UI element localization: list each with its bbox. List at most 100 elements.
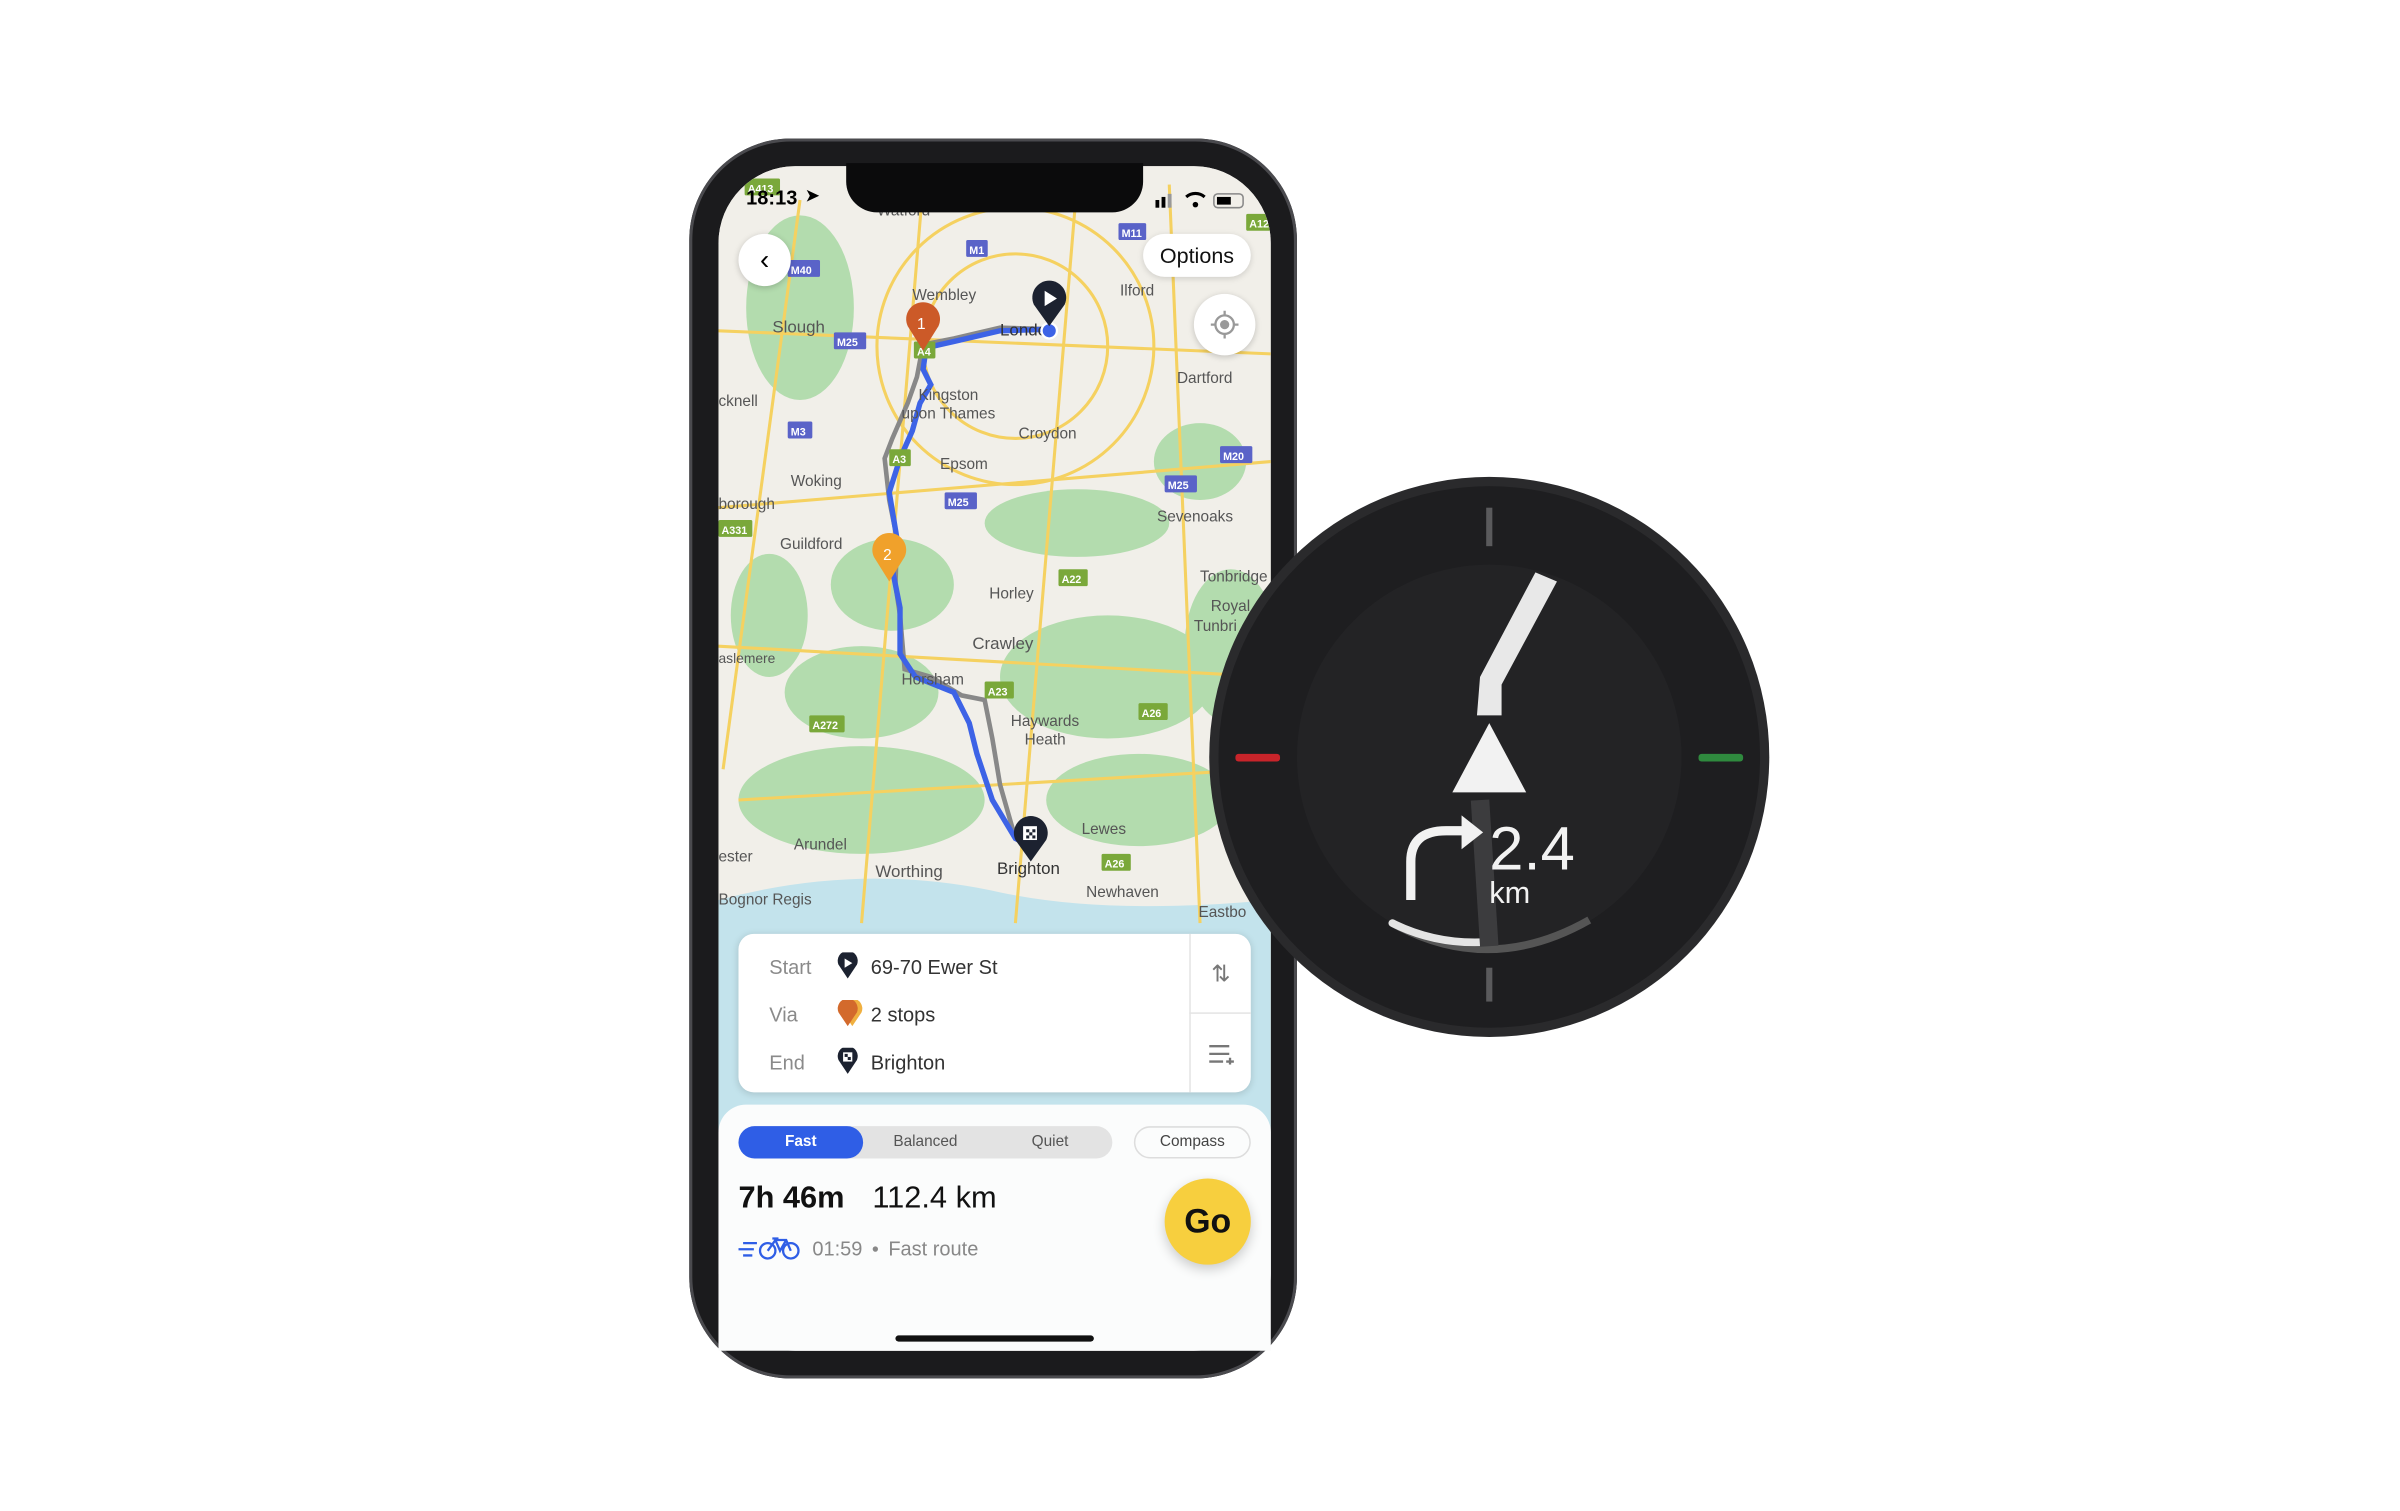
- via-row[interactable]: Via 2 stops: [769, 998, 935, 1029]
- route-name: Fast route: [888, 1236, 979, 1261]
- map-label: Woking: [791, 473, 842, 490]
- start-row[interactable]: Start 69-70 Ewer St: [769, 951, 998, 982]
- status-time: 18:13: [746, 186, 798, 210]
- road-shield: A272: [809, 715, 845, 733]
- start-label: Start: [769, 954, 812, 978]
- end-label: End: [769, 1050, 805, 1074]
- recenter-button[interactable]: [1193, 293, 1256, 356]
- route-type-segmented-control[interactable]: Fast Balanced Quiet: [738, 1126, 1113, 1159]
- route-type-balanced[interactable]: Balanced: [863, 1126, 988, 1158]
- navigation-device: 2.4 km: [1209, 476, 1770, 1037]
- road-shield: M11: [1118, 223, 1147, 241]
- svg-text:M20: M20: [1223, 451, 1244, 463]
- map-label: Guildford: [780, 536, 842, 553]
- start-pin-icon: [837, 952, 858, 979]
- map-label: Wembley: [912, 287, 976, 304]
- svg-text:A26: A26: [1142, 708, 1162, 720]
- map-label: aslemere: [718, 650, 775, 666]
- svg-text:M40: M40: [791, 265, 812, 277]
- options-button[interactable]: Options: [1143, 233, 1251, 277]
- list-add-icon: [1208, 1044, 1234, 1064]
- start-value: 69-70 Ewer St: [870, 954, 998, 978]
- svg-text:A331: A331: [722, 525, 748, 537]
- svg-text:M25: M25: [948, 497, 969, 509]
- road-shield: A26: [1101, 853, 1131, 871]
- map-label: Epsom: [940, 456, 988, 473]
- map-label: Dartford: [1177, 370, 1233, 387]
- road-shield: A3: [889, 449, 911, 467]
- right-tick: [1698, 753, 1744, 762]
- phone-notch: [846, 163, 1144, 213]
- chevron-left-icon: ‹: [760, 243, 770, 275]
- map-label: Lewes: [1082, 821, 1127, 838]
- north-tick: [1486, 507, 1493, 547]
- map-label: Heath: [1025, 732, 1066, 749]
- road-shield: A26: [1138, 703, 1168, 721]
- eta-time: 01:59: [812, 1236, 863, 1261]
- status-icons: [1155, 189, 1247, 209]
- map-label: Ilford: [1120, 282, 1154, 299]
- route-distance: 112.4 km: [872, 1181, 997, 1216]
- road-shield: A22: [1058, 569, 1088, 587]
- road-shield: A23: [984, 681, 1014, 699]
- map-label: Newhaven: [1086, 884, 1159, 901]
- via-label: Via: [769, 1002, 798, 1026]
- location-arrow-icon: ➤: [804, 184, 821, 207]
- turn-distance-unit: km: [1489, 875, 1530, 910]
- fast-bike-icon: [738, 1235, 803, 1267]
- map-label: Brighton: [997, 859, 1060, 878]
- compass-button[interactable]: Compass: [1133, 1126, 1251, 1159]
- map-label: upon Thames: [902, 405, 996, 422]
- map-label: Bognor Regis: [718, 892, 811, 909]
- map-label: Croydon: [1018, 425, 1076, 442]
- end-value: Brighton: [870, 1050, 946, 1074]
- svg-text:M25: M25: [1168, 480, 1189, 492]
- back-button[interactable]: ‹: [738, 233, 791, 287]
- route-duration: 7h 46m: [738, 1181, 845, 1216]
- map-label: Slough: [772, 317, 825, 336]
- route-stops-card: Start 69-70 Ewer St Via 2 stops End Brig…: [738, 933, 1251, 1093]
- turn-distance-value: 2.4: [1489, 814, 1575, 883]
- via-pins-icon: [837, 1000, 863, 1027]
- route-meta: 01:59 ● Fast route: [812, 1236, 979, 1261]
- svg-text:A272: A272: [812, 720, 838, 732]
- left-tick: [1235, 753, 1281, 762]
- svg-text:A12: A12: [1249, 219, 1269, 231]
- map-label: Kingston: [918, 387, 978, 404]
- map-label: Horley: [989, 585, 1034, 602]
- road-shield: M25: [1164, 475, 1197, 493]
- via-value: 2 stops: [870, 1002, 936, 1026]
- map-label: Crawley: [972, 634, 1034, 653]
- map-label: ester: [718, 849, 752, 866]
- svg-text:A22: A22: [1062, 574, 1082, 586]
- svg-text:A26: A26: [1105, 859, 1125, 871]
- svg-text:1: 1: [917, 316, 926, 333]
- south-tick: [1486, 967, 1493, 1002]
- go-button[interactable]: Go: [1164, 1178, 1251, 1265]
- route-type-fast[interactable]: Fast: [738, 1126, 864, 1159]
- finish-flag-pin-icon: [837, 1047, 858, 1074]
- svg-text:M25: M25: [837, 337, 858, 349]
- route-type-quiet[interactable]: Quiet: [988, 1126, 1113, 1158]
- map-label: cknell: [718, 393, 757, 410]
- road-shield: A331: [718, 520, 753, 537]
- home-indicator[interactable]: [895, 1335, 1094, 1342]
- road-shield: M1: [966, 240, 988, 257]
- map-label: Haywards: [1011, 713, 1080, 730]
- road-shield: M20: [1220, 446, 1253, 464]
- map-label: Arundel: [794, 836, 847, 853]
- road-shield: M40: [787, 260, 821, 277]
- map-label: Horsham: [902, 672, 964, 689]
- svg-text:2: 2: [883, 547, 892, 564]
- map-label: Worthing: [875, 862, 942, 881]
- road-shield: M25: [944, 492, 977, 510]
- end-row[interactable]: End Brighton: [769, 1046, 945, 1077]
- svg-text:A3: A3: [892, 454, 906, 466]
- svg-text:A23: A23: [988, 686, 1008, 698]
- crosshair-icon: [1210, 310, 1239, 339]
- svg-text:M1: M1: [969, 245, 984, 257]
- svg-text:M3: M3: [791, 426, 806, 438]
- map-label: borough: [718, 496, 774, 513]
- svg-text:M11: M11: [1122, 228, 1142, 240]
- road-shield: M3: [787, 421, 813, 439]
